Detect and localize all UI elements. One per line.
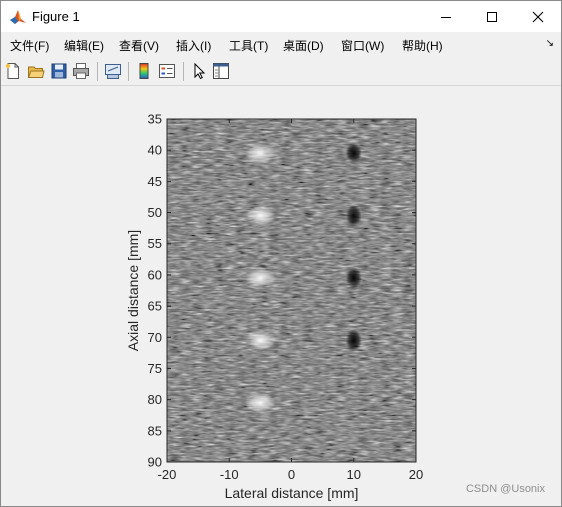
insert-legend-icon[interactable] bbox=[158, 62, 176, 80]
y-tick-label: 75 bbox=[148, 361, 162, 376]
dark-cyst-target bbox=[345, 267, 362, 290]
insert-colorbar-icon[interactable] bbox=[135, 62, 153, 80]
y-tick-label: 80 bbox=[148, 392, 162, 407]
print-icon[interactable] bbox=[72, 62, 90, 80]
bright-point-target bbox=[245, 143, 276, 164]
dark-cyst-target bbox=[345, 204, 362, 227]
close-icon bbox=[532, 11, 544, 22]
y-tick-label: 40 bbox=[148, 143, 162, 158]
minimize-icon bbox=[441, 16, 451, 18]
bright-point-target bbox=[245, 392, 276, 413]
maximize-icon bbox=[487, 11, 497, 22]
x-tick-label: -10 bbox=[220, 467, 239, 482]
figure-canvas[interactable]: -20 -10 0 10 20 35 40 45 50 55 60 65 70 75 80 85 90 Late… bbox=[3, 86, 559, 504]
property-editor-icon[interactable] bbox=[212, 62, 230, 80]
watermark: CSDN @Usonix bbox=[465, 483, 545, 495]
bright-point-target bbox=[245, 205, 276, 226]
window-title: Figure 1 bbox=[32, 9, 80, 24]
menu-insert[interactable]: 插入(I) bbox=[176, 37, 211, 54]
link-plot-icon[interactable] bbox=[104, 62, 122, 80]
y-tick-label: 55 bbox=[148, 236, 162, 251]
y-tick-label: 50 bbox=[148, 205, 162, 220]
dark-cyst-target bbox=[345, 142, 362, 165]
menu-file[interactable]: 文件(F) bbox=[10, 37, 49, 54]
x-tick-label: 10 bbox=[347, 467, 361, 482]
y-tick-label: 90 bbox=[148, 455, 162, 470]
close-button[interactable] bbox=[515, 1, 561, 32]
ultrasound-image-axes[interactable]: -20 -10 0 10 20354045505560657075808590 Late… bbox=[3, 86, 559, 504]
dock-arrow-icon[interactable]: ↘ bbox=[546, 38, 554, 49]
y-tick-label: 85 bbox=[148, 423, 162, 438]
toolbar-separator bbox=[183, 62, 184, 81]
edit-plot-pointer-icon[interactable] bbox=[190, 62, 208, 80]
toolbar-separator bbox=[97, 62, 98, 81]
y-tick-label: 35 bbox=[148, 112, 162, 127]
y-axis-label: Axial distance [mm] bbox=[125, 230, 141, 351]
y-tick-label: 60 bbox=[148, 267, 162, 282]
menu-tools[interactable]: 工具(T) bbox=[229, 37, 268, 54]
speckle-texture bbox=[167, 119, 416, 462]
save-icon[interactable] bbox=[50, 62, 68, 80]
toolbar-separator bbox=[128, 62, 129, 81]
x-tick-label: 20 bbox=[409, 467, 423, 482]
y-tick-label: 65 bbox=[148, 299, 162, 314]
minimize-button[interactable] bbox=[423, 1, 469, 32]
new-figure-icon[interactable] bbox=[4, 62, 22, 80]
menu-help[interactable]: 帮助(H) bbox=[402, 37, 443, 54]
matlab-logo-icon bbox=[9, 8, 27, 26]
menu-bar: 文件(F) 编辑(E) 查看(V) 插入(I) 工具(T) 桌面(D) 窗口(W… bbox=[1, 32, 561, 56]
dark-cyst-target bbox=[345, 329, 362, 352]
menu-view[interactable]: 查看(V) bbox=[119, 37, 159, 54]
open-file-icon[interactable] bbox=[27, 62, 45, 80]
bright-point-target bbox=[245, 330, 276, 351]
y-tick-label: 70 bbox=[148, 330, 162, 345]
menu-window[interactable]: 窗口(W) bbox=[341, 37, 384, 54]
menu-edit[interactable]: 编辑(E) bbox=[64, 37, 104, 54]
title-bar[interactable]: Figure 1 bbox=[1, 1, 561, 32]
y-tick-label: 45 bbox=[148, 174, 162, 189]
bright-point-target bbox=[245, 268, 276, 289]
x-tick-label: 0 bbox=[288, 467, 295, 482]
x-axis-label: Lateral distance [mm] bbox=[225, 485, 359, 501]
maximize-button[interactable] bbox=[469, 1, 515, 32]
menu-desktop[interactable]: 桌面(D) bbox=[283, 37, 324, 54]
figure-window: Figure 1 文件(F) 编辑(E) 查看(V) 插入(I) 工具(T) 桌… bbox=[0, 0, 562, 507]
toolbar bbox=[1, 57, 561, 86]
